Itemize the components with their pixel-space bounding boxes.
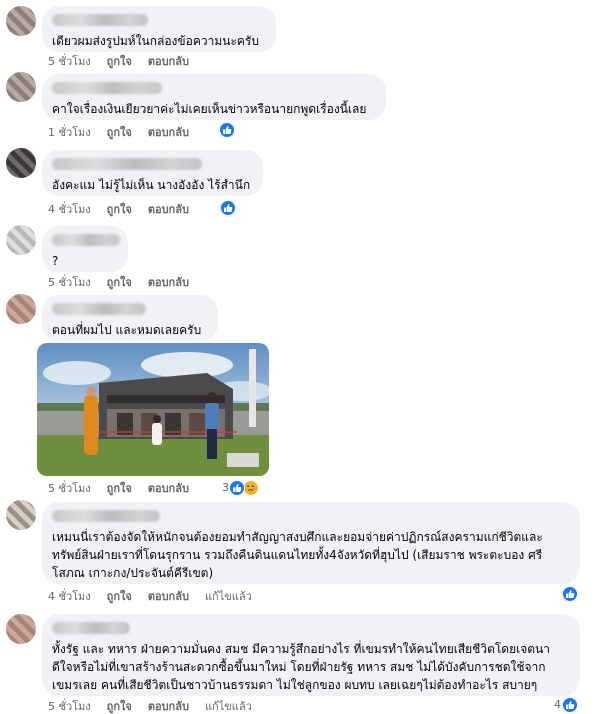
reply-button[interactable]: ตอบกลับ [148,123,189,141]
comment-time[interactable]: 5 ชั่วโมง [48,697,91,714]
comment-bubble: ทั้งรัฐ และ ทหาร ฝ่ายความมั่นคง สมช มีคว… [42,614,580,696]
comment-actions: 1 ชั่วโมง ถูกใจ ตอบกลับ [48,124,189,140]
reply-button[interactable]: ตอบกลับ [148,200,189,218]
like-reaction-icon[interactable] [562,697,578,713]
like-button[interactable]: ถูกใจ [107,200,132,218]
like-button[interactable]: ถูกใจ [107,52,132,70]
reaction-count[interactable]: 3 [222,481,229,494]
like-button[interactable]: ถูกใจ [107,479,132,497]
like-reaction-icon[interactable] [562,586,578,602]
comment-text: ? [52,254,59,268]
reply-button[interactable]: ตอบกลับ [148,697,189,714]
comment-bubble: เดียวผมส่งรูปมห์ในกล่องข้อความนะครับ [42,6,276,52]
reaction-count[interactable]: 4 [554,698,561,711]
avatar[interactable] [6,614,36,644]
avatar[interactable] [6,148,36,178]
reply-button[interactable]: ตอบกลับ [148,587,189,605]
photo-image [37,343,269,476]
comment-text: อังคะแม ไม่รู้ไม่เห็น นางอังอัง ไร้สำนึก [52,178,251,192]
commenter-name[interactable] [52,303,146,315]
comment-time[interactable]: 5 ชั่วโมง [48,479,91,497]
edited-label[interactable]: แก้ไขแล้ว [205,587,252,605]
comment-bubble: เหมนนี่เราต้องจัดให้หนักจนต้องยอมทำสัญญา… [42,502,580,584]
avatar[interactable] [6,225,36,255]
comment-actions: 5 ชั่วโมง ถูกใจ ตอบกลับ แก้ไขแล้ว [48,698,252,714]
comment-time[interactable]: 4 ชั่วโมง [48,587,91,605]
commenter-name[interactable] [52,158,202,170]
comment-actions: 5 ชั่วโมง ถูกใจ ตอบกลับ [48,53,189,69]
comment-bubble: ตอนที่ผมไป และหมดเลยครับ [42,295,218,341]
commenter-name[interactable] [52,82,162,94]
sad-reaction-icon[interactable] [243,480,259,496]
comment-bubble: คาใจเรื่องเงินเยียวยาค่ะไม่เคยเห็นข่าวหร… [42,74,386,120]
like-reaction-icon[interactable] [220,200,236,216]
commenter-name[interactable] [52,622,130,634]
comment-text: ตอนที่ผมไป และหมดเลยครับ [52,323,202,337]
like-button[interactable]: ถูกใจ [107,587,132,605]
commenter-name[interactable] [52,14,148,26]
like-button[interactable]: ถูกใจ [107,697,132,714]
comment-actions: 5 ชั่วโมง ถูกใจ ตอบกลับ [48,480,189,496]
comment-time[interactable]: 1 ชั่วโมง [48,123,91,141]
like-button[interactable]: ถูกใจ [107,123,132,141]
reply-button[interactable]: ตอบกลับ [148,52,189,70]
comment-photo[interactable] [37,343,269,476]
avatar[interactable] [6,6,36,36]
edited-label[interactable]: แก้ไขแล้ว [205,697,252,714]
comment-time[interactable]: 5 ชั่วโมง [48,52,91,70]
reply-button[interactable]: ตอบกลับ [148,273,189,291]
comment-bubble: ? [42,226,128,272]
comment-text: ทั้งรัฐ และ ทหาร ฝ่ายความมั่นคง สมช มีคว… [52,642,550,692]
comment-text: เดียวผมส่งรูปมห์ในกล่องข้อความนะครับ [52,34,259,48]
avatar[interactable] [6,294,36,324]
commenter-name[interactable] [52,510,160,522]
comment-time[interactable]: 4 ชั่วโมง [48,200,91,218]
like-button[interactable]: ถูกใจ [107,273,132,291]
like-reaction-icon[interactable] [229,480,245,496]
commenter-name[interactable] [52,234,120,246]
comment-actions: 5 ชั่วโมง ถูกใจ ตอบกลับ [48,274,189,290]
avatar[interactable] [6,72,36,102]
reply-button[interactable]: ตอบกลับ [148,479,189,497]
comment-actions: 4 ชั่วโมง ถูกใจ ตอบกลับ แก้ไขแล้ว [48,588,252,604]
like-reaction-icon[interactable] [219,122,235,138]
comment-actions: 4 ชั่วโมง ถูกใจ ตอบกลับ [48,201,189,217]
comment-time[interactable]: 5 ชั่วโมง [48,273,91,291]
comment-text: เหมนนี่เราต้องจัดให้หนักจนต้องยอมทำสัญญา… [52,530,543,580]
avatar[interactable] [6,500,36,530]
comment-bubble: อังคะแม ไม่รู้ไม่เห็น นางอังอัง ไร้สำนึก [42,150,263,196]
comment-text: คาใจเรื่องเงินเยียวยาค่ะไม่เคยเห็นข่าวหร… [52,102,367,116]
